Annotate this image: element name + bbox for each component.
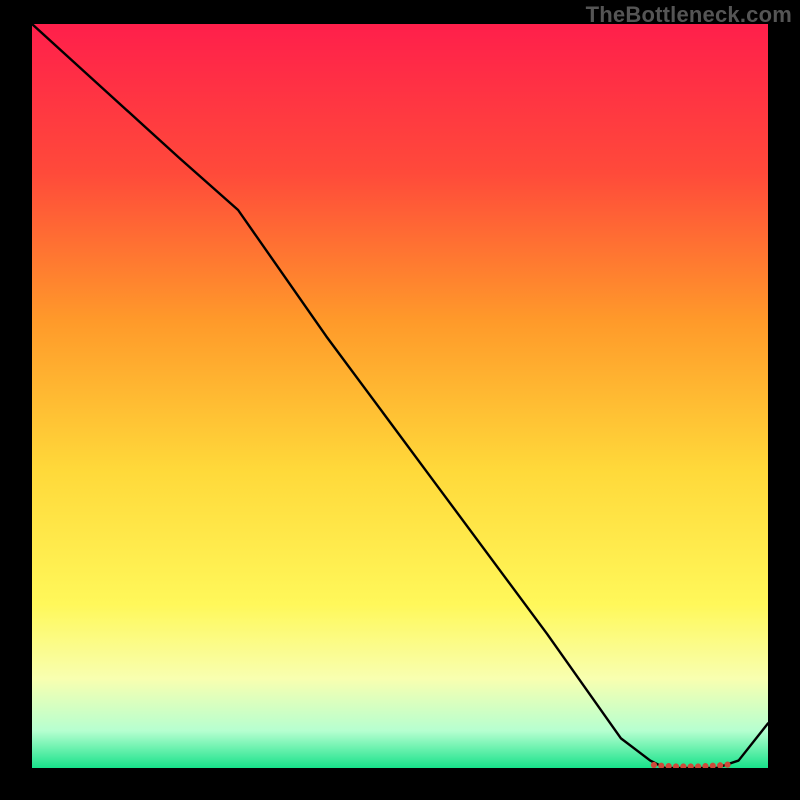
plot-svg [32,24,768,768]
marker-dot [724,762,730,768]
chart-stage: TheBottleneck.com [0,0,800,800]
plot-frame [32,24,768,768]
gradient-rect [32,24,768,768]
marker-dot [651,762,657,768]
watermark-text: TheBottleneck.com [586,2,792,28]
